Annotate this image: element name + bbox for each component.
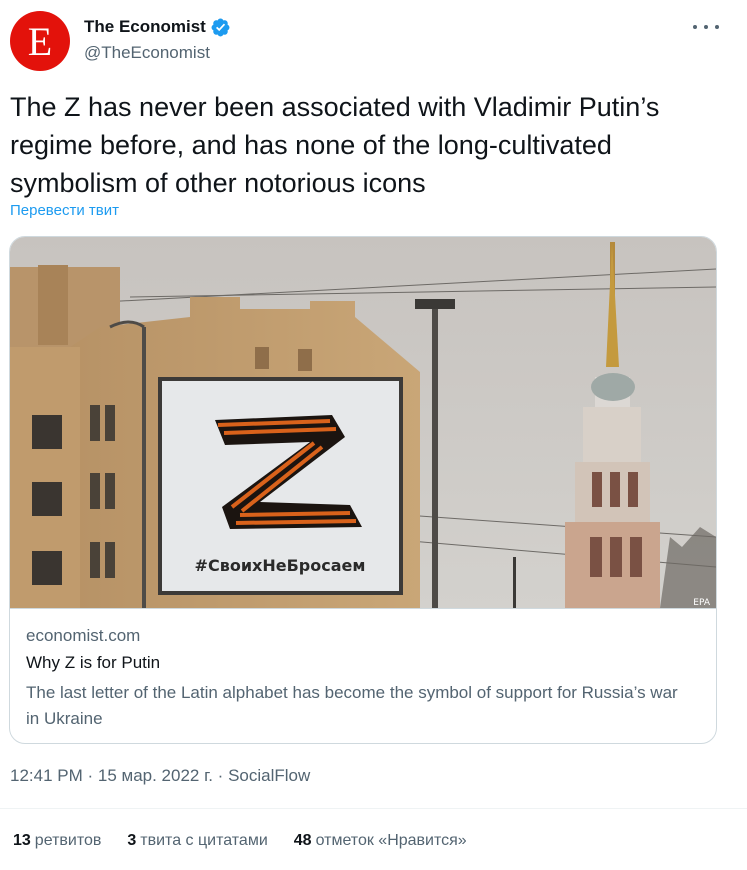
verified-badge-icon — [211, 18, 230, 36]
card-title: Why Z is for Putin — [26, 653, 161, 672]
quotes-count: 3 — [127, 832, 137, 849]
more-options-icon[interactable] — [693, 18, 719, 36]
card-image[interactable]: #СвоихНеБросаем EPA — [10, 237, 716, 608]
tweet-source[interactable]: SocialFlow — [228, 766, 310, 785]
retweets-count: 13 — [13, 832, 31, 849]
card-description: The last letter of the Latin alphabet ha… — [26, 683, 678, 728]
display-name[interactable]: The Economist — [84, 17, 206, 37]
link-card[interactable]: #СвоихНеБросаем EPA economist.com Why Z … — [9, 236, 717, 744]
meta-separator-2: · — [212, 766, 229, 785]
retweets-stat[interactable]: 13 ретвитов — [13, 832, 101, 850]
billboard-hashtag: #СвоихНеБросаем — [195, 556, 366, 575]
quotes-label: твита с цитатами — [140, 832, 268, 849]
display-name-row: The Economist — [84, 15, 231, 39]
retweets-label: ретвитов — [34, 832, 102, 849]
card-domain: economist.com — [26, 626, 141, 645]
card-info[interactable]: economist.com Why Z is for Putin The las… — [10, 608, 716, 743]
avatar-letter: E — [27, 19, 53, 64]
likes-stat[interactable]: 48 отметок «Нравится» — [294, 832, 467, 850]
image-watermark: EPA — [693, 598, 711, 608]
tweet-stats: 13 ретвитов 3 твита с цитатами 48 отметок «… — [13, 832, 493, 850]
tweet-date[interactable]: 15 мар. 2022 г. — [98, 766, 213, 785]
likes-label: отметок «Нравится» — [315, 832, 467, 849]
quotes-stat[interactable]: 3 твита с цитатами — [127, 832, 267, 850]
tweet-meta: 12:41 PM · 15 мар. 2022 г. · SocialFlow — [10, 766, 310, 786]
divider — [0, 808, 747, 809]
tweet: E The Economist @TheEconomist The Z has … — [0, 0, 747, 870]
translate-tweet-link[interactable]: Перевести твит — [10, 202, 119, 219]
author-names: The Economist @TheEconomist — [84, 15, 231, 63]
meta-separator-1: · — [82, 766, 98, 785]
tweet-text: The Z has never been associated with Vla… — [10, 92, 660, 198]
tweet-time[interactable]: 12:41 PM — [10, 766, 83, 785]
likes-count: 48 — [293, 832, 312, 849]
avatar[interactable]: E — [10, 11, 70, 71]
handle[interactable]: @TheEconomist — [84, 43, 231, 63]
